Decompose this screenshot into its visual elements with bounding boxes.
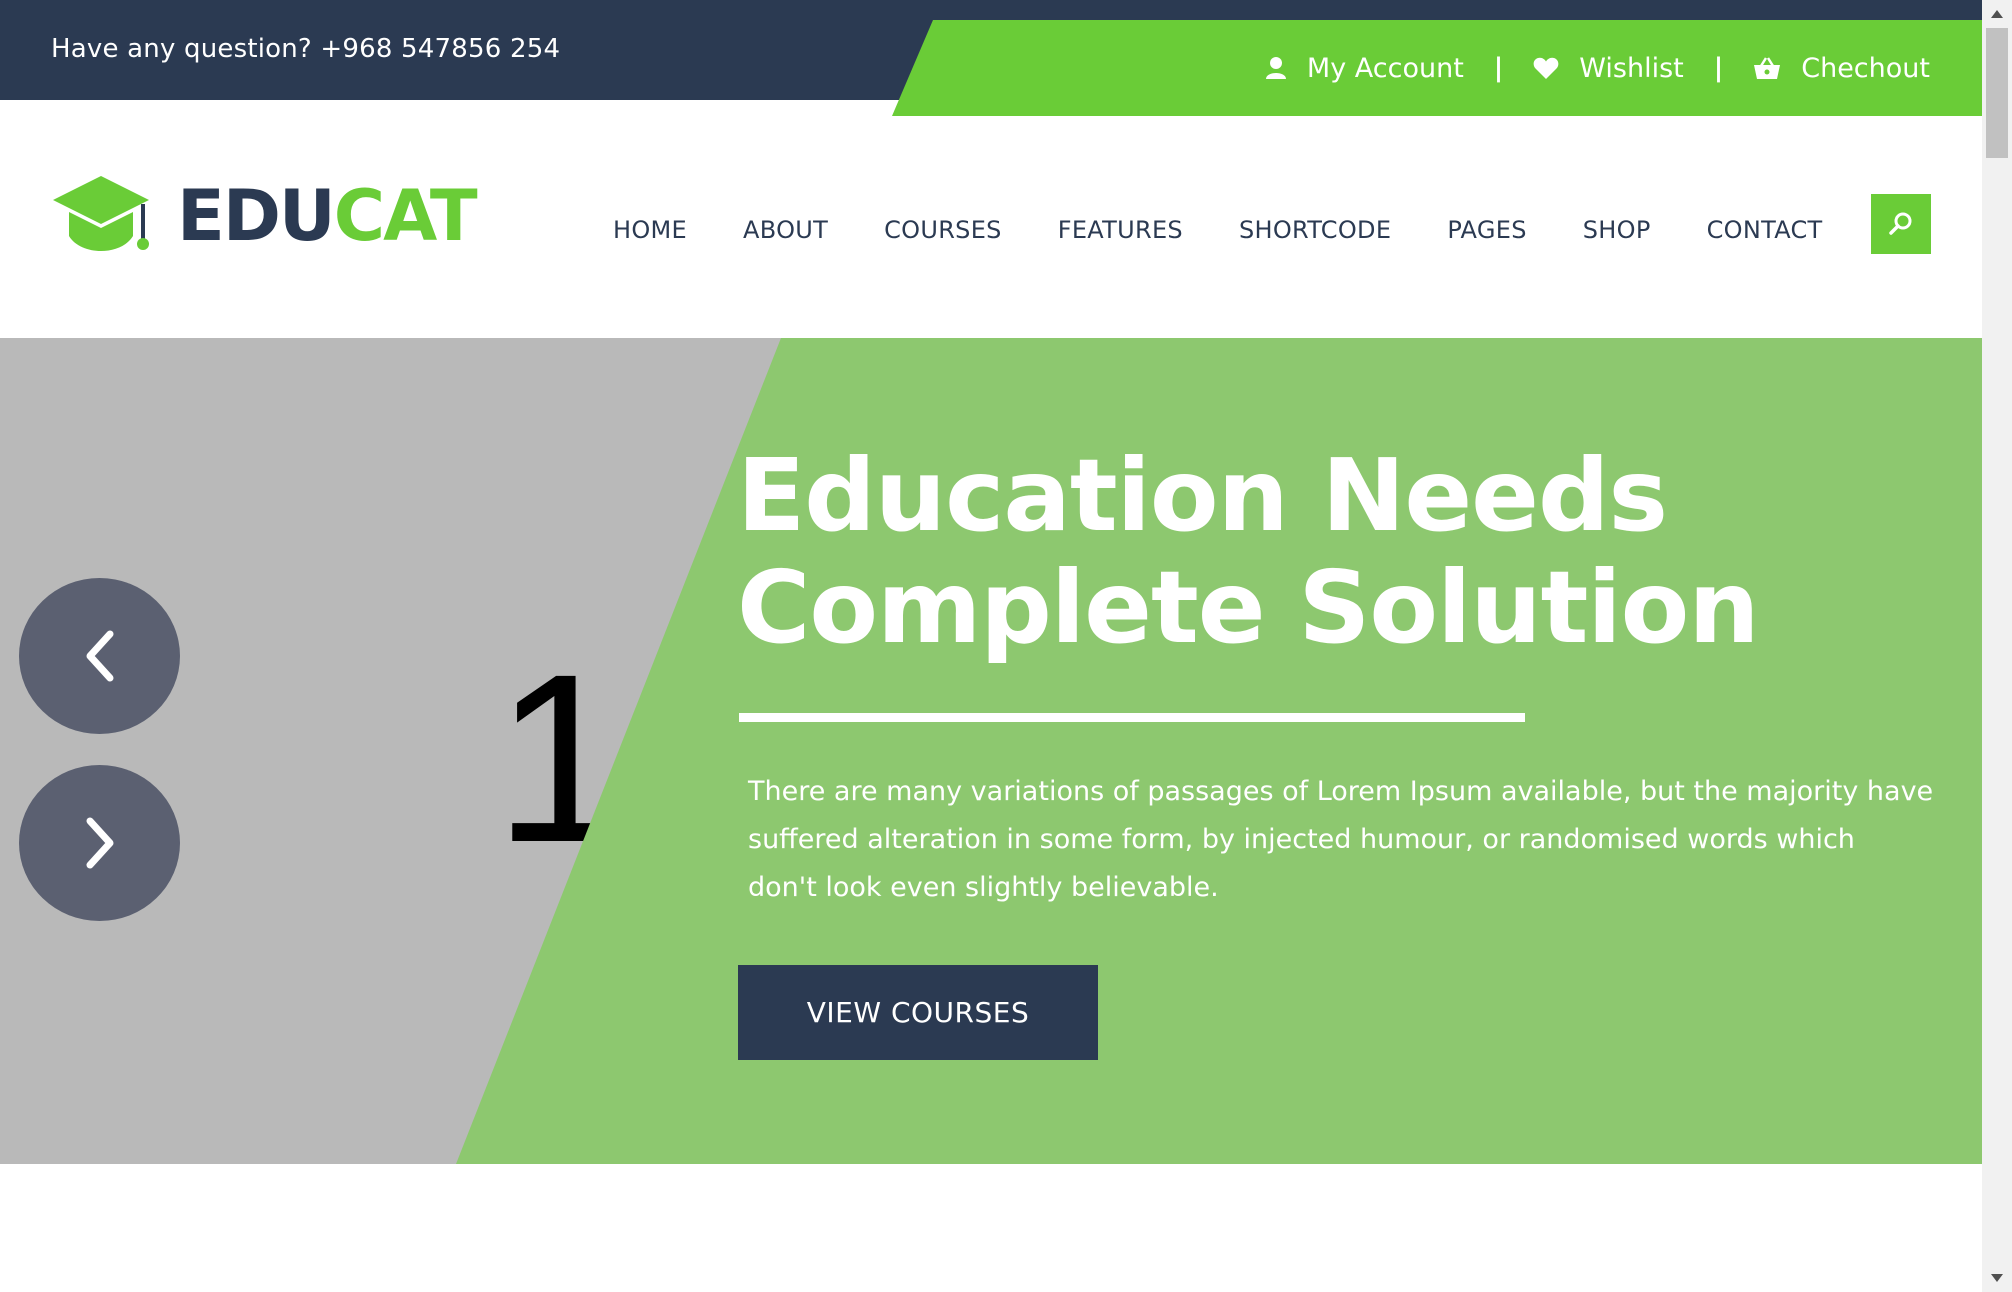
contact-phone-text: Have any question? +968 547856 254	[51, 34, 561, 64]
logo-text-edu: EDU	[177, 175, 336, 257]
hero-description: There are many variations of passages of…	[748, 768, 1948, 912]
hero-title-line2: Complete Solution	[737, 549, 1760, 666]
search-button[interactable]	[1871, 194, 1931, 254]
graduation-cap-icon	[53, 176, 149, 251]
hero-description-line1: There are many variations of passages of…	[748, 776, 1934, 807]
nav-about[interactable]: ABOUT	[743, 216, 828, 244]
nav-home[interactable]: HOME	[613, 216, 687, 244]
hero-description-line2: suffered alteration in some form, by inj…	[748, 824, 1855, 855]
checkout-label: Chechout	[1801, 52, 1930, 84]
my-account-link[interactable]: My Account	[1265, 53, 1464, 84]
nav-pages[interactable]: PAGES	[1447, 216, 1526, 244]
account-links-bar: My Account | Wishlist | Chechout	[892, 20, 1982, 116]
basket-icon	[1754, 57, 1781, 79]
chevron-right-icon	[86, 817, 113, 869]
hero-description-line3: don't look even slightly believable.	[748, 872, 1219, 903]
hero-title-line1: Education Needs	[737, 437, 1668, 554]
site-logo[interactable]: EDUCAT	[51, 174, 478, 258]
checkout-link[interactable]: Chechout	[1753, 53, 1930, 84]
scrollbar-thumb[interactable]	[1986, 28, 2008, 158]
site-header: EDUCAT HOME ABOUT COURSES FEATURES SHORT…	[0, 116, 1982, 338]
view-courses-button[interactable]: VIEW COURSES	[738, 965, 1098, 1060]
nav-contact[interactable]: CONTACT	[1707, 216, 1823, 244]
hero-divider	[739, 713, 1525, 722]
link-separator: |	[1713, 53, 1724, 83]
heart-icon	[1533, 57, 1559, 79]
logo-text: EDUCAT	[177, 181, 478, 251]
page-scrollbar[interactable]	[1982, 0, 2012, 1292]
search-icon	[1889, 212, 1912, 235]
my-account-label: My Account	[1306, 52, 1464, 84]
link-separator: |	[1493, 53, 1504, 83]
nav-courses[interactable]: COURSES	[884, 216, 1002, 244]
chevron-left-icon	[86, 630, 113, 682]
logo-text-cat: CAT	[333, 175, 478, 257]
account-links: My Account | Wishlist | Chechout	[1265, 20, 1930, 116]
hero-title: Education Needs Complete Solution	[737, 440, 1937, 664]
wishlist-link[interactable]: Wishlist	[1533, 52, 1684, 84]
user-icon	[1265, 57, 1286, 79]
nav-shortcode[interactable]: SHORTCODE	[1239, 216, 1391, 244]
nav-features[interactable]: FEATURES	[1058, 216, 1183, 244]
main-nav: HOME ABOUT COURSES FEATURES SHORTCODE PA…	[613, 216, 1823, 244]
scroll-up-arrow-icon[interactable]	[1982, 0, 2012, 28]
slider-prev-button[interactable]	[19, 578, 180, 734]
hero-slider: 1920x800 Education Needs Complete Soluti…	[0, 338, 1982, 1164]
wishlist-label: Wishlist	[1579, 52, 1684, 84]
scroll-down-arrow-icon[interactable]	[1982, 1264, 2012, 1292]
slider-next-button[interactable]	[19, 765, 180, 921]
nav-shop[interactable]: SHOP	[1583, 216, 1651, 244]
